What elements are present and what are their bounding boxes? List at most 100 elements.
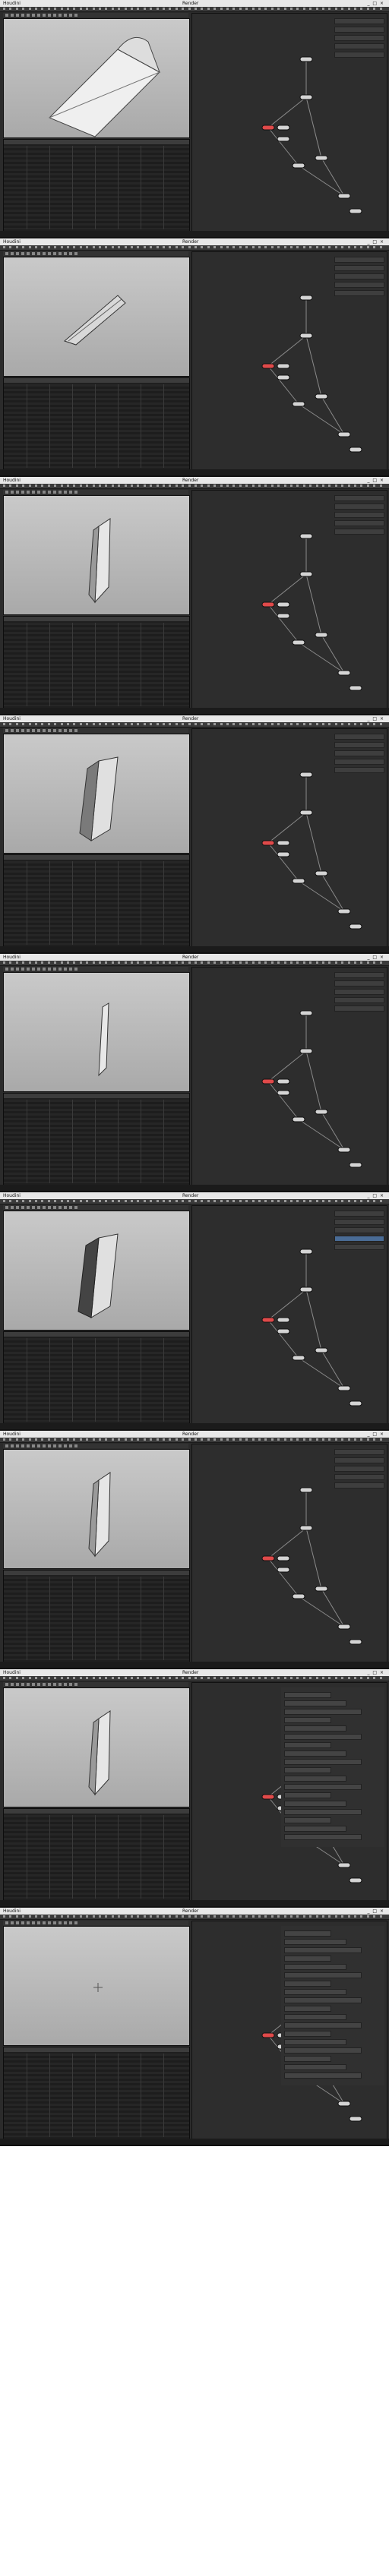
viewport-tool-icon[interactable] <box>21 968 24 971</box>
viewport-tool-icon[interactable] <box>64 14 67 17</box>
toolbar-icon[interactable] <box>270 1677 274 1679</box>
node[interactable] <box>337 2101 351 2107</box>
toolbar-icon[interactable] <box>9 1200 12 1202</box>
param-field[interactable] <box>334 1211 384 1217</box>
viewport-tool-icon[interactable] <box>59 1683 62 1686</box>
toolbar-icon[interactable] <box>373 1200 376 1202</box>
param-field[interactable] <box>284 1700 346 1706</box>
toolbar-icon[interactable] <box>379 1438 382 1441</box>
toolbar-icon[interactable] <box>54 1438 57 1441</box>
toolbar-icon[interactable] <box>322 246 324 248</box>
toolbar-icon[interactable] <box>354 1438 356 1441</box>
viewport-tool-icon[interactable] <box>21 1921 24 1924</box>
toolbar-icon[interactable] <box>277 1200 280 1202</box>
toolbar-icon[interactable] <box>232 1915 236 1918</box>
toolbar-icon[interactable] <box>143 246 146 248</box>
toolbar-icon[interactable] <box>245 723 248 725</box>
toolbar-icon[interactable] <box>322 1677 324 1679</box>
viewport-tool-icon[interactable] <box>16 1444 19 1447</box>
toolbar-icon[interactable] <box>315 1915 318 1918</box>
toolbar-icon[interactable] <box>283 485 286 487</box>
toolbar-icon[interactable] <box>22 1915 25 1918</box>
toolbar-icon[interactable] <box>86 246 89 248</box>
node[interactable] <box>292 401 305 407</box>
param-field[interactable] <box>284 1717 331 1723</box>
toolbar-icon[interactable] <box>232 485 236 487</box>
toolbar-icon[interactable] <box>156 1677 159 1679</box>
param-field[interactable] <box>334 1449 384 1455</box>
toolbar-icon[interactable] <box>366 723 369 725</box>
toolbar-icon[interactable] <box>150 961 153 964</box>
toolbar-icon[interactable] <box>270 485 274 487</box>
toolbar-icon[interactable] <box>73 1438 76 1441</box>
node[interactable] <box>261 2032 275 2038</box>
toolbar-icon[interactable] <box>258 8 261 10</box>
toolbar-icon[interactable] <box>41 246 44 248</box>
param-field[interactable] <box>284 1801 346 1807</box>
node[interactable] <box>299 1286 313 1293</box>
toolbar-icon[interactable] <box>334 723 337 725</box>
viewport-tool-icon[interactable] <box>64 1921 67 1924</box>
toolbar-icon[interactable] <box>366 961 369 964</box>
toolbar-icon[interactable] <box>47 1915 50 1918</box>
param-field[interactable] <box>334 1236 384 1242</box>
toolbar-icon[interactable] <box>334 485 337 487</box>
viewport-tool-icon[interactable] <box>32 1444 35 1447</box>
toolbar-icon[interactable] <box>28 961 31 964</box>
toolbar-icon[interactable] <box>220 1915 223 1918</box>
param-field[interactable] <box>334 1244 384 1250</box>
toolbar-icon[interactable] <box>150 8 153 10</box>
toolbar-icon[interactable] <box>239 1200 242 1202</box>
node[interactable] <box>277 125 290 131</box>
toolbar-icon[interactable] <box>99 485 101 487</box>
toolbar-icon[interactable] <box>143 1677 146 1679</box>
viewport-tool-icon[interactable] <box>37 1921 40 1924</box>
toolbar-icon[interactable] <box>373 961 376 964</box>
toolbar-icon[interactable] <box>232 1200 236 1202</box>
toolbar-icon[interactable] <box>213 485 217 487</box>
toolbar-icon[interactable] <box>15 1677 18 1679</box>
toolbar-icon[interactable] <box>54 1677 57 1679</box>
toolbar-icon[interactable] <box>366 1200 369 1202</box>
node[interactable] <box>349 1400 362 1406</box>
toolbar-icon[interactable] <box>347 1438 350 1441</box>
viewport-tool-icon[interactable] <box>48 1206 51 1209</box>
toolbar-icon[interactable] <box>73 1915 76 1918</box>
viewport-tool-icon[interactable] <box>5 252 8 255</box>
param-field[interactable] <box>284 1939 346 1945</box>
toolbar-icon[interactable] <box>379 1200 382 1202</box>
toolbar-icon[interactable] <box>22 723 25 725</box>
param-field[interactable] <box>284 2014 346 2020</box>
viewport-tool-icon[interactable] <box>32 252 35 255</box>
toolbar-icon[interactable] <box>79 485 82 487</box>
toolbar-icon[interactable] <box>315 723 318 725</box>
toolbar-icon[interactable] <box>296 246 299 248</box>
viewport-tool-icon[interactable] <box>27 14 30 17</box>
toolbar-icon[interactable] <box>322 961 324 964</box>
toolbar-icon[interactable] <box>354 961 356 964</box>
param-field[interactable] <box>284 1981 331 1987</box>
toolbar-icon[interactable] <box>54 1915 57 1918</box>
toolbar-icon[interactable] <box>131 1677 133 1679</box>
param-field[interactable] <box>334 734 384 740</box>
param-field[interactable] <box>334 1227 384 1233</box>
toolbar-icon[interactable] <box>150 1677 153 1679</box>
toolbar-icon[interactable] <box>182 1677 185 1679</box>
toolbar-icon[interactable] <box>9 1915 12 1918</box>
viewport-tool-icon[interactable] <box>69 491 72 494</box>
toolbar-icon[interactable] <box>163 961 165 964</box>
toolbar-icon[interactable] <box>92 961 95 964</box>
toolbar-icon[interactable] <box>360 1677 363 1679</box>
toolbar-icon[interactable] <box>239 8 242 10</box>
toolbar-icon[interactable] <box>328 246 331 248</box>
toolbar-icon[interactable] <box>67 1677 69 1679</box>
param-field[interactable] <box>284 1725 346 1732</box>
param-field[interactable] <box>334 290 384 296</box>
toolbar-icon[interactable] <box>277 8 280 10</box>
param-field[interactable] <box>284 2064 346 2070</box>
viewport-tool-icon[interactable] <box>59 968 62 971</box>
toolbar-icon[interactable] <box>322 8 324 10</box>
node[interactable] <box>315 155 328 161</box>
toolbar-icon[interactable] <box>124 1915 127 1918</box>
toolbar-icon[interactable] <box>73 1677 76 1679</box>
